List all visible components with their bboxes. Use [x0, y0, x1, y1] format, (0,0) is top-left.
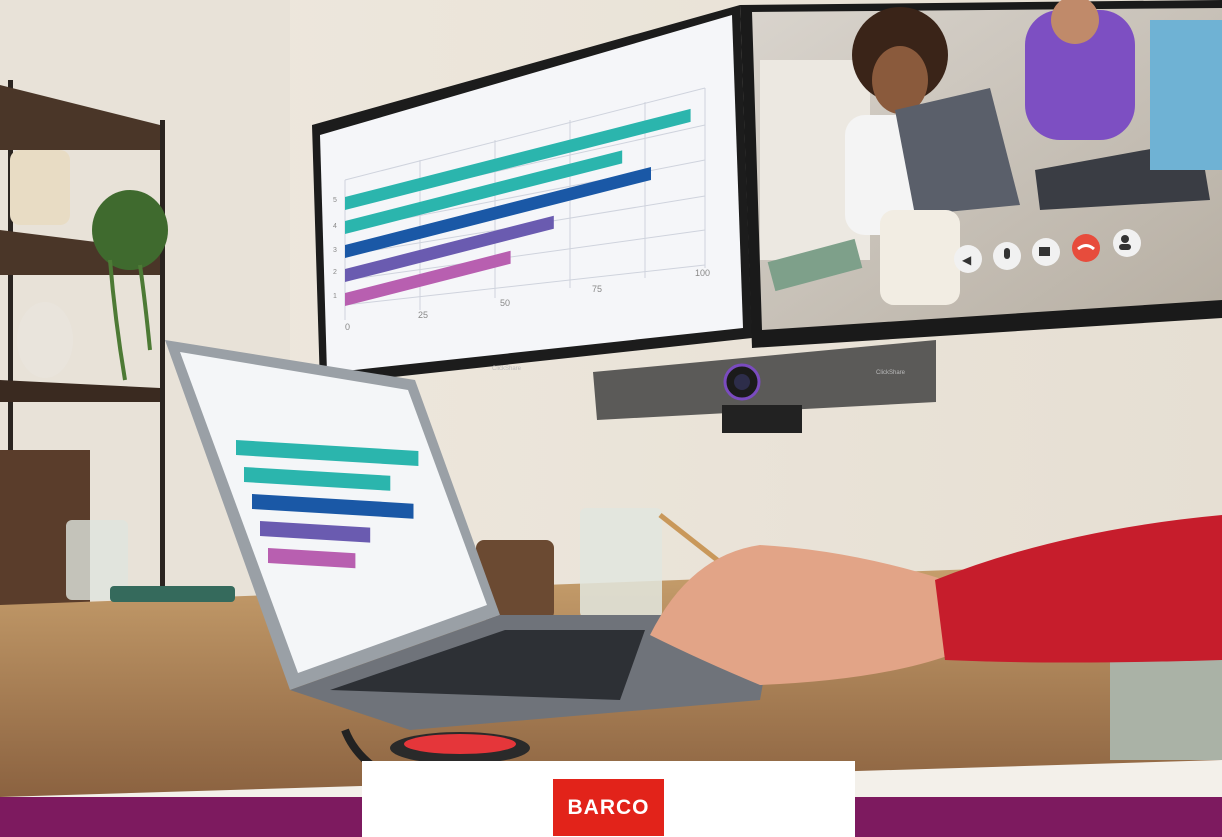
participants-icon[interactable] [1113, 229, 1141, 257]
bust-sculpture [17, 302, 73, 378]
water-glass-right [580, 508, 662, 618]
barco-logo-text: BARCO [567, 795, 650, 819]
participant-right [1150, 20, 1222, 170]
bar-brand: ClickShare [876, 370, 906, 376]
x-tick-0: 0 [345, 322, 350, 332]
vase [10, 150, 70, 225]
x-tick-25: 25 [418, 310, 428, 320]
x-tick-100: 100 [695, 268, 710, 278]
plant [92, 190, 168, 270]
y-tick-1: 1 [333, 293, 337, 300]
x-tick-50: 50 [500, 298, 510, 308]
left-screen-brand: ClickShare [492, 366, 522, 372]
y-tick-2: 2 [333, 269, 337, 276]
right-display: ◀ [740, 0, 1222, 348]
y-tick-4: 4 [333, 223, 337, 230]
phone-on-table [110, 586, 235, 602]
svg-text:◀: ◀ [962, 253, 972, 267]
participant-face [872, 46, 928, 114]
hang-up-icon[interactable] [1072, 234, 1100, 262]
photo-scene: 0 25 50 75 100 5 4 3 2 1 ClickShare ◀ Cl… [0, 0, 1222, 797]
background-sofa [1110, 660, 1222, 760]
x-tick-75: 75 [592, 284, 602, 294]
y-tick-3: 3 [333, 247, 337, 254]
barco-logo[interactable]: BARCO [553, 779, 664, 836]
y-tick-5: 5 [333, 197, 337, 204]
meeting-room-photo: 0 25 50 75 100 5 4 3 2 1 ClickShare ◀ Cl… [0, 0, 1222, 837]
coffee-mug [880, 210, 960, 305]
